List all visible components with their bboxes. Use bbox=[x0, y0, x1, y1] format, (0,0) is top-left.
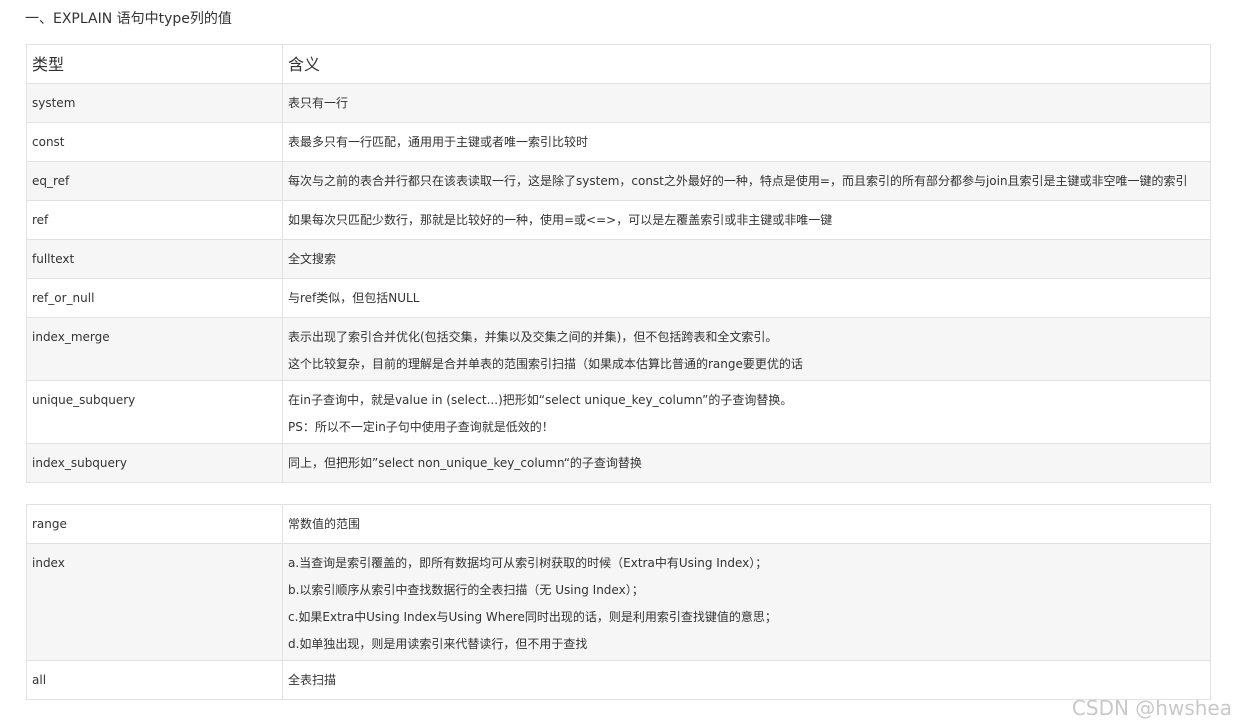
table-row: unique_subquery 在in子查询中，就是value in (sele… bbox=[26, 380, 1211, 444]
meaning-line: 表示出现了索引合并优化(包括交集，并集以及交集之间的并集)，但不包括跨表和全文索… bbox=[288, 330, 778, 344]
table-row: all 全表扫描 bbox=[26, 660, 1211, 700]
meaning-line: 全表扫描 bbox=[288, 672, 337, 687]
column-header-meaning: 含义 bbox=[282, 44, 1211, 84]
table-row: system 表只有一行 bbox=[26, 83, 1211, 123]
meaning-line: d.如单独出现，则是用读索引来代替读行，但不用于查找 bbox=[288, 637, 588, 651]
meaning-line: c.如果Extra中Using Index与Using Where同时出现的话，… bbox=[288, 610, 777, 624]
table-row: index_merge 表示出现了索引合并优化(包括交集，并集以及交集之间的并集… bbox=[26, 317, 1211, 381]
type-cell: index_merge bbox=[26, 317, 283, 381]
type-cell: eq_ref bbox=[26, 161, 283, 201]
meaning-line: 与ref类似，但包括NULL bbox=[288, 290, 420, 305]
meaning-line: b.以索引顺序从索引中查找数据行的全表扫描（无 Using Index）； bbox=[288, 583, 644, 597]
meaning-line: 每次与之前的表合并行都只在该表读取一行，这是除了system，const之外最好… bbox=[288, 173, 1188, 188]
type-cell: index bbox=[26, 543, 283, 661]
meaning-cell: 表最多只有一行匹配，通用用于主键或者唯一索引比较时 bbox=[282, 122, 1211, 162]
type-cell: unique_subquery bbox=[26, 380, 283, 444]
type-values-table-continued: range 常数值的范围 index a.当查询是索引覆盖的，即所有数据均可从索… bbox=[26, 504, 1211, 700]
type-cell: system bbox=[26, 83, 283, 123]
meaning-line: 同上，但把形如”select non_unique_key_column“的子查… bbox=[288, 455, 642, 470]
table-row: index a.当查询是索引覆盖的，即所有数据均可从索引树获取的时候（Extra… bbox=[26, 543, 1211, 661]
meaning-line: 表最多只有一行匹配，通用用于主键或者唯一索引比较时 bbox=[288, 134, 589, 149]
meaning-cell: 每次与之前的表合并行都只在该表读取一行，这是除了system，const之外最好… bbox=[282, 161, 1211, 201]
meaning-line: a.当查询是索引覆盖的，即所有数据均可从索引树获取的时候（Extra中有Usin… bbox=[288, 556, 768, 570]
meaning-cell: a.当查询是索引覆盖的，即所有数据均可从索引树获取的时候（Extra中有Usin… bbox=[282, 543, 1211, 661]
table-row: const 表最多只有一行匹配，通用用于主键或者唯一索引比较时 bbox=[26, 122, 1211, 162]
meaning-line: 这个比较复杂，目前的理解是合并单表的范围索引扫描（如果成本估算比普通的range… bbox=[288, 357, 803, 371]
meaning-line: 表只有一行 bbox=[288, 95, 349, 110]
table-row: ref_or_null 与ref类似，但包括NULL bbox=[26, 278, 1211, 318]
meaning-cell: 常数值的范围 bbox=[282, 504, 1211, 544]
table-row: index_subquery 同上，但把形如”select non_unique… bbox=[26, 443, 1211, 483]
meaning-cell: 在in子查询中，就是value in (select...)把形如“select… bbox=[282, 380, 1211, 444]
section-heading: 一、EXPLAIN 语句中type列的值 bbox=[25, 11, 232, 27]
meaning-cell: 同上，但把形如”select non_unique_key_column“的子查… bbox=[282, 443, 1211, 483]
table-row: range 常数值的范围 bbox=[26, 504, 1211, 544]
type-cell: ref_or_null bbox=[26, 278, 283, 318]
meaning-cell: 如果每次只匹配少数行，那就是比较好的一种，使用=或<=>，可以是左覆盖索引或非主… bbox=[282, 200, 1211, 240]
type-values-table: 类型 含义 system 表只有一行 const 表最多只有一行匹配，通用用于主… bbox=[26, 44, 1211, 483]
meaning-line: 全文搜索 bbox=[288, 251, 337, 266]
meaning-line: PS：所以不一定in子句中使用子查询就是低效的！ bbox=[288, 420, 554, 434]
table-header-row: 类型 含义 bbox=[26, 44, 1211, 84]
meaning-line: 在in子查询中，就是value in (select...)把形如“select… bbox=[288, 393, 793, 407]
meaning-cell: 表示出现了索引合并优化(包括交集，并集以及交集之间的并集)，但不包括跨表和全文索… bbox=[282, 317, 1211, 381]
meaning-cell: 表只有一行 bbox=[282, 83, 1211, 123]
meaning-line: 常数值的范围 bbox=[288, 516, 361, 531]
type-cell: range bbox=[26, 504, 283, 544]
meaning-cell: 全表扫描 bbox=[282, 660, 1211, 700]
type-cell: fulltext bbox=[26, 239, 283, 279]
meaning-cell: 与ref类似，但包括NULL bbox=[282, 278, 1211, 318]
column-header-type: 类型 bbox=[26, 44, 283, 84]
table-row: ref 如果每次只匹配少数行，那就是比较好的一种，使用=或<=>，可以是左覆盖索… bbox=[26, 200, 1211, 240]
meaning-cell: 全文搜索 bbox=[282, 239, 1211, 279]
meaning-line: 如果每次只匹配少数行，那就是比较好的一种，使用=或<=>，可以是左覆盖索引或非主… bbox=[288, 212, 833, 227]
type-cell: index_subquery bbox=[26, 443, 283, 483]
watermark-text: CSDN @hwshea bbox=[1071, 696, 1232, 720]
type-cell: ref bbox=[26, 200, 283, 240]
table-row: eq_ref 每次与之前的表合并行都只在该表读取一行，这是除了system，co… bbox=[26, 161, 1211, 201]
type-cell: const bbox=[26, 122, 283, 162]
table-row: fulltext 全文搜索 bbox=[26, 239, 1211, 279]
type-cell: all bbox=[26, 660, 283, 700]
